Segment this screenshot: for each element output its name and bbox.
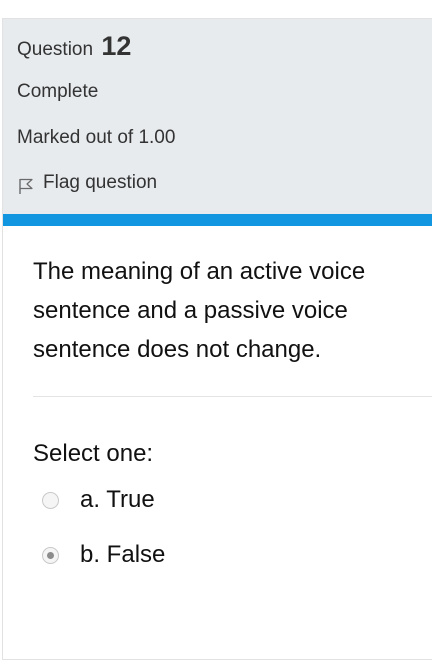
question-prefix: Question (17, 39, 94, 60)
question-info-panel: Question 12 Complete Marked out of 1.00 … (3, 19, 432, 214)
answer-option-false[interactable]: b. False (42, 541, 165, 569)
question-grade: Marked out of 1.00 (17, 127, 176, 148)
radio-true[interactable] (42, 491, 59, 509)
answer-option-true[interactable]: a. True (42, 486, 155, 514)
question-heading: Question 12 (17, 31, 131, 62)
select-one-prompt: Select one: (33, 440, 154, 467)
flag-icon (19, 178, 33, 194)
answer-label-false: b. False (80, 541, 166, 568)
flag-question-label: Flag question (43, 172, 158, 193)
question-text: The meaning of an active voice sentence … (33, 258, 366, 363)
flag-question-link[interactable]: Flag question (17, 171, 157, 195)
question-number: 12 (101, 31, 132, 61)
question-accent-bar (3, 214, 432, 226)
radio-false[interactable] (42, 546, 59, 564)
quiz-page: Question 12 Complete Marked out of 1.00 … (0, 0, 432, 668)
divider (33, 396, 432, 397)
answer-label-true: a. True (80, 486, 155, 513)
question-state: Complete (17, 81, 99, 102)
